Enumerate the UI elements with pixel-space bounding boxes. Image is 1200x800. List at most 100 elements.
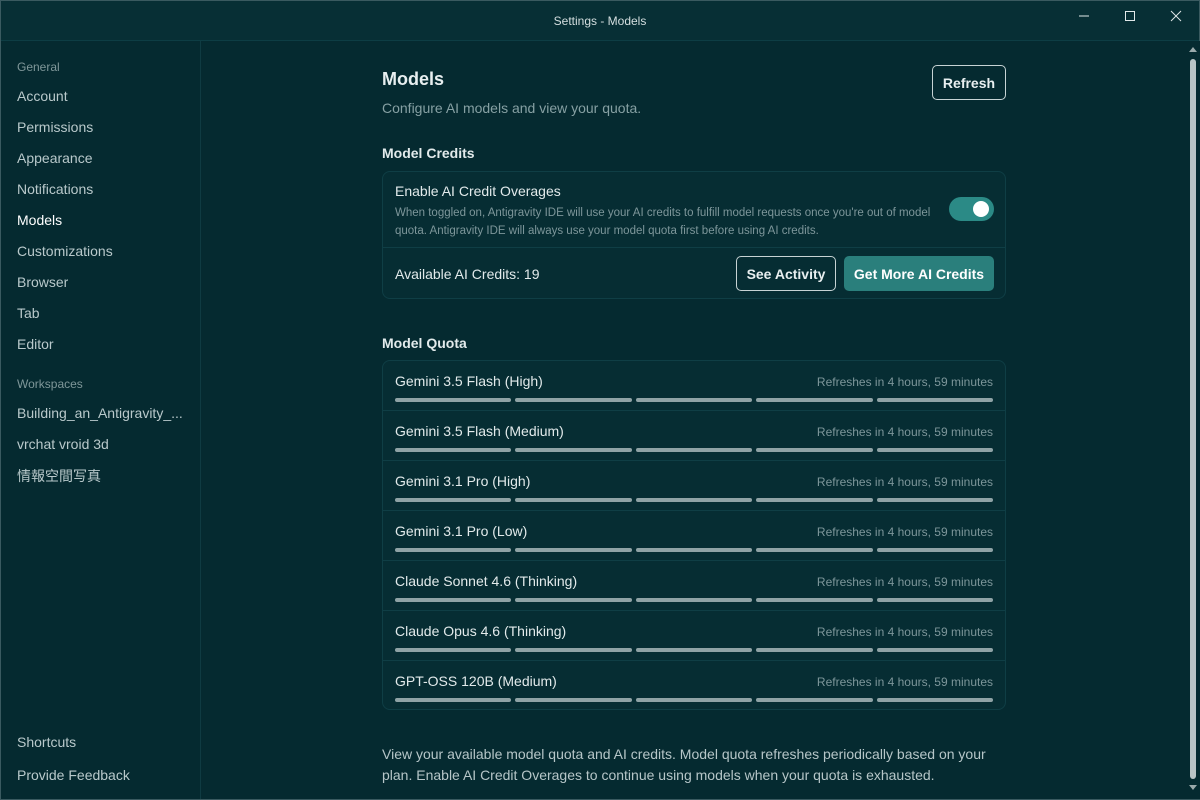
page-subtitle: Configure AI models and view your quota. [382,100,642,116]
refresh-time: Refreshes in 4 hours, 59 minutes [816,625,993,639]
quota-row: Gemini 3.1 Pro (High) Refreshes in 4 hou… [383,461,1005,511]
quota-segment [876,698,994,702]
quota-segment [395,698,512,702]
quota-segment [515,448,632,452]
quota-segment [395,648,512,652]
quota-row: Gemini 3.5 Flash (High) Refreshes in 4 h… [383,361,1005,411]
quota-segment [635,448,753,452]
quota-segment [756,448,873,452]
quota-segment [756,698,873,702]
sidebar-item-models[interactable]: Models [17,212,62,228]
close-icon [1170,10,1182,22]
quota-bar [395,598,994,602]
refresh-time: Refreshes in 4 hours, 59 minutes [816,425,993,439]
model-quota-heading: Model Quota [382,335,467,351]
sidebar-item-permissions[interactable]: Permissions [17,119,93,135]
quota-bar [395,498,994,502]
overages-title: Enable AI Credit Overages [395,183,561,199]
quota-card: Gemini 3.5 Flash (High) Refreshes in 4 h… [382,360,1006,710]
model-name: GPT-OSS 120B (Medium) [395,673,557,689]
quota-segment [756,598,873,602]
refresh-time: Refreshes in 4 hours, 59 minutes [816,525,993,539]
sidebar-item-customizations[interactable]: Customizations [17,243,113,259]
minimize-button[interactable] [1061,1,1107,31]
scrollbar[interactable] [1186,41,1200,799]
quota-row: Claude Opus 4.6 (Thinking) Refreshes in … [383,611,1005,661]
quota-segment [635,498,753,502]
workspace-item[interactable]: Building_an_Antigravity_... [17,405,183,421]
quota-row: Gemini 3.1 Pro (Low) Refreshes in 4 hour… [383,511,1005,561]
window-title: Settings - Models [553,14,647,28]
quota-segment [876,398,994,402]
workspace-item[interactable]: vrchat vroid 3d [17,436,109,452]
overages-toggle[interactable] [949,197,994,221]
quota-segment [395,548,512,552]
quota-segment [395,498,512,502]
scroll-up-arrow-icon[interactable] [1189,47,1197,52]
workspace-item[interactable]: 情報空間写真 [17,466,101,486]
quota-segment [876,498,994,502]
quota-segment [395,398,512,402]
model-name: Gemini 3.1 Pro (High) [395,473,531,489]
model-name: Gemini 3.1 Pro (Low) [395,523,528,539]
quota-segment [876,448,994,452]
quota-segment [635,548,753,552]
quota-bar [395,448,994,452]
refresh-time: Refreshes in 4 hours, 59 minutes [816,675,993,689]
credits-card: Enable AI Credit Overages When toggled o… [382,171,1006,299]
maximize-button[interactable] [1107,1,1153,31]
quota-segment [515,698,632,702]
scroll-down-arrow-icon[interactable] [1189,785,1197,790]
sidebar-item-notifications[interactable]: Notifications [17,181,93,197]
quota-segment [395,598,512,602]
close-button[interactable] [1153,1,1199,31]
sidebar-item-editor[interactable]: Editor [17,336,54,352]
sidebar-group-workspaces: Workspaces [17,377,83,391]
quota-segment [635,648,753,652]
refresh-time: Refreshes in 4 hours, 59 minutes [816,475,993,489]
model-name: Gemini 3.5 Flash (High) [395,373,543,389]
model-name: Gemini 3.5 Flash (Medium) [395,423,564,439]
quota-row: GPT-OSS 120B (Medium) Refreshes in 4 hou… [383,661,1005,711]
quota-segment [756,498,873,502]
sidebar-item-shortcuts[interactable]: Shortcuts [17,734,76,750]
sidebar-item-account[interactable]: Account [17,88,68,104]
settings-window: Settings - Models General Account Permis… [0,0,1200,800]
quota-segment [876,598,994,602]
quota-segment [635,598,753,602]
sidebar-item-provide-feedback[interactable]: Provide Feedback [17,767,130,783]
quota-bar [395,698,994,702]
model-name: Claude Sonnet 4.6 (Thinking) [395,573,578,589]
quota-segment [515,498,632,502]
sidebar: General Account Permissions Appearance N… [1,41,201,799]
refresh-button[interactable]: Refresh [932,65,1006,100]
see-activity-button[interactable]: See Activity [736,256,836,291]
sidebar-item-browser[interactable]: Browser [17,274,68,290]
refresh-time: Refreshes in 4 hours, 59 minutes [816,575,993,589]
quota-segment [515,648,632,652]
title-bar[interactable]: Settings - Models [1,1,1199,41]
quota-bar [395,648,994,652]
quota-segment [876,648,994,652]
sidebar-item-tab[interactable]: Tab [17,305,40,321]
model-name: Claude Opus 4.6 (Thinking) [395,623,567,639]
quota-segment [395,448,512,452]
refresh-time: Refreshes in 4 hours, 59 minutes [816,375,993,389]
quota-row: Gemini 3.5 Flash (Medium) Refreshes in 4… [383,411,1005,461]
toggle-knob [973,201,989,217]
quota-segment [756,648,873,652]
quota-segment [635,698,753,702]
get-more-credits-button[interactable]: Get More AI Credits [844,256,994,291]
quota-bar [395,398,994,402]
quota-bar [395,548,994,552]
quota-segment [756,398,873,402]
footer-note: View your available model quota and AI c… [382,746,986,783]
sidebar-group-general: General [17,60,60,74]
quota-row: Claude Sonnet 4.6 (Thinking) Refreshes i… [383,561,1005,611]
quota-segment [515,548,632,552]
scroll-thumb[interactable] [1190,59,1196,779]
quota-segment [515,398,632,402]
overages-description: When toggled on, Antigravity IDE will us… [395,207,931,237]
maximize-icon [1125,11,1135,21]
sidebar-item-appearance[interactable]: Appearance [17,150,93,166]
